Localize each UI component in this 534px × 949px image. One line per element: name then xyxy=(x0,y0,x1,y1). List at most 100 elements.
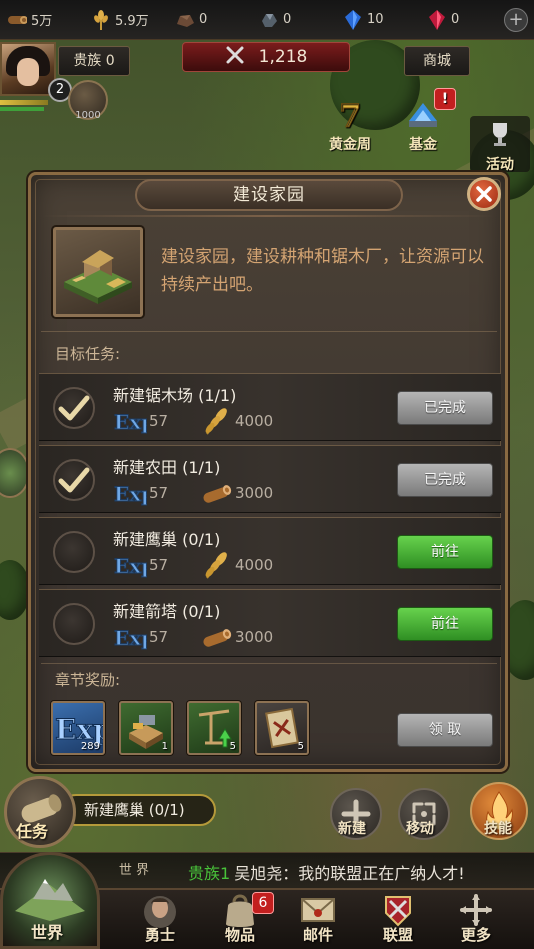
resource-reward: 4000 xyxy=(235,412,274,430)
nav-label: 物品 xyxy=(224,926,255,944)
resource-iron[interactable]: 0 xyxy=(258,9,342,31)
task-name: 新建农田 (1/1) xyxy=(113,458,221,477)
resource-bar: 5万 5.9万 0 0 10 0 + xyxy=(0,0,534,40)
resource-stone[interactable]: 0 xyxy=(174,9,258,31)
event-activity[interactable]: 活动 xyxy=(470,116,530,173)
nav-mail[interactable]: 邮件 xyxy=(282,888,354,949)
resource-reward: 3000 xyxy=(235,484,274,502)
resource-wood[interactable]: 5万 xyxy=(6,9,90,31)
nav-more[interactable]: 更多 xyxy=(440,888,512,949)
event-label: 活动 xyxy=(486,157,514,173)
task-name: 新建锯木场 (1/1) xyxy=(113,386,237,405)
task-name: 新建鹰巢 (0/1) xyxy=(113,530,221,549)
task-go-button[interactable]: 前往 xyxy=(397,607,493,641)
battle-power-banner[interactable]: 1,218 xyxy=(182,42,350,72)
fund-alert-badge: ! xyxy=(434,88,456,110)
resource-reward: 3000 xyxy=(235,628,274,646)
exp-icon: Exp xyxy=(114,554,148,579)
exp-icon: Exp xyxy=(114,410,148,435)
shop-button[interactable]: 商城 xyxy=(404,46,470,76)
svg-text:7: 7 xyxy=(339,97,361,131)
current-quest-text: 新建鹰巢 (0/1) xyxy=(60,794,216,826)
exp-reward: 57 xyxy=(149,484,169,502)
task-label[interactable]: 任务 xyxy=(16,818,48,842)
chat-message: 贵族1 吴旭尧：我的联盟正在广纳人才! xyxy=(188,860,465,884)
build-upgrade-icon[interactable]: 5 xyxy=(187,701,241,755)
exp-icon: Exp xyxy=(114,482,148,507)
nav-items[interactable]: 物品 6 xyxy=(204,888,276,949)
hero-icon xyxy=(137,892,183,928)
avatar-face xyxy=(17,58,39,86)
nav-label: 世界 xyxy=(31,923,64,942)
stamina-bar xyxy=(0,107,44,111)
nav-label: 勇士 xyxy=(144,926,175,944)
task-status-empty xyxy=(53,531,95,573)
nav-label: 邮件 xyxy=(302,926,333,944)
trophy-icon xyxy=(478,116,522,152)
noble-rank-button[interactable]: 贵族 0 xyxy=(58,46,130,76)
task-completed-button[interactable]: 已完成 xyxy=(397,463,493,497)
build-label: 新建 xyxy=(338,821,366,837)
divider xyxy=(41,663,497,664)
power-value: 1000 xyxy=(75,110,101,121)
reward-count: 289 xyxy=(80,741,100,752)
checkmark-icon xyxy=(58,395,90,421)
event-gold-week[interactable]: 7 黄金周 xyxy=(322,96,378,154)
claim-reward-button[interactable]: 领 取 xyxy=(397,713,493,747)
resource-value: 5.9万 xyxy=(115,14,149,29)
exp-reward: 57 xyxy=(149,556,169,574)
map-scroll-icon[interactable]: 5 xyxy=(255,701,309,755)
gold-week-icon: 7 xyxy=(328,96,372,132)
resource-value: 10 xyxy=(367,12,384,27)
event-label: 基金 xyxy=(409,137,437,153)
chat-sender-rank: 贵族1 xyxy=(188,864,231,883)
event-label: 黄金周 xyxy=(329,137,371,153)
resource-wheat[interactable]: 5.9万 xyxy=(90,9,174,31)
tree xyxy=(0,560,30,620)
wood-icon xyxy=(6,9,28,31)
task-status-empty xyxy=(53,603,95,645)
quest-description: 建设家园，建设耕种和锯木厂，让资源可以持续产出吧。 xyxy=(161,247,484,295)
exp-reward: 57 xyxy=(149,412,169,430)
chapter-reward-label: 章节奖励: xyxy=(55,671,121,689)
nav-label: 更多 xyxy=(460,926,491,944)
task-completed-button[interactable]: 已完成 xyxy=(397,391,493,425)
task-go-button[interactable]: 前往 xyxy=(397,535,493,569)
svg-text:Exp: Exp xyxy=(114,626,147,650)
nav-hero[interactable]: 勇士 xyxy=(124,888,196,949)
chat-channel-tab[interactable]: 世 界 xyxy=(106,859,162,883)
crossed-swords-icon xyxy=(225,45,245,70)
add-resource-button[interactable]: + xyxy=(504,8,528,32)
farm-house-icon xyxy=(64,250,132,304)
move-label: 移动 xyxy=(406,821,434,837)
svg-text:Exp: Exp xyxy=(114,554,147,578)
checkmark-icon xyxy=(58,467,90,493)
resource-value: 0 xyxy=(451,12,460,27)
header-divider xyxy=(41,215,495,217)
world-button[interactable]: 世界 xyxy=(0,852,100,949)
wood-icon xyxy=(203,629,232,647)
resource-blue-gem[interactable]: 10 xyxy=(342,9,426,31)
skill-label: 技能 xyxy=(484,821,512,837)
exp-reward-icon[interactable]: Exp 289 xyxy=(51,701,105,755)
exp-bar xyxy=(0,100,48,105)
stone-icon xyxy=(174,9,196,31)
resource-red-gem[interactable]: 0 xyxy=(426,9,510,31)
more-icon xyxy=(453,892,499,928)
chat-message-text: 吴旭尧：我的联盟正在广纳人才! xyxy=(234,864,465,883)
build-home-dialog: 建设家园 建设家园，建设耕种和锯木厂，让资源可以持续产出吧。 目标任务: 新建锯… xyxy=(28,172,508,772)
resource-crate-icon[interactable]: 1 xyxy=(119,701,173,755)
event-fund[interactable]: 基金 ! xyxy=(396,88,456,154)
resource-value: 5万 xyxy=(31,14,53,29)
task-status-check xyxy=(53,459,95,501)
close-button[interactable] xyxy=(467,177,501,211)
svg-text:Exp: Exp xyxy=(114,410,147,434)
task-name: 新建箭塔 (0/1) xyxy=(113,602,221,621)
nav-alliance[interactable]: 联盟 xyxy=(362,888,434,949)
dialog-title: 建设家园 xyxy=(135,179,403,211)
svg-text:Exp: Exp xyxy=(114,482,147,506)
exp-icon: Exp xyxy=(114,626,148,651)
wood-icon xyxy=(203,485,232,503)
wheat-icon xyxy=(205,552,227,579)
resource-reward: 4000 xyxy=(235,556,274,574)
